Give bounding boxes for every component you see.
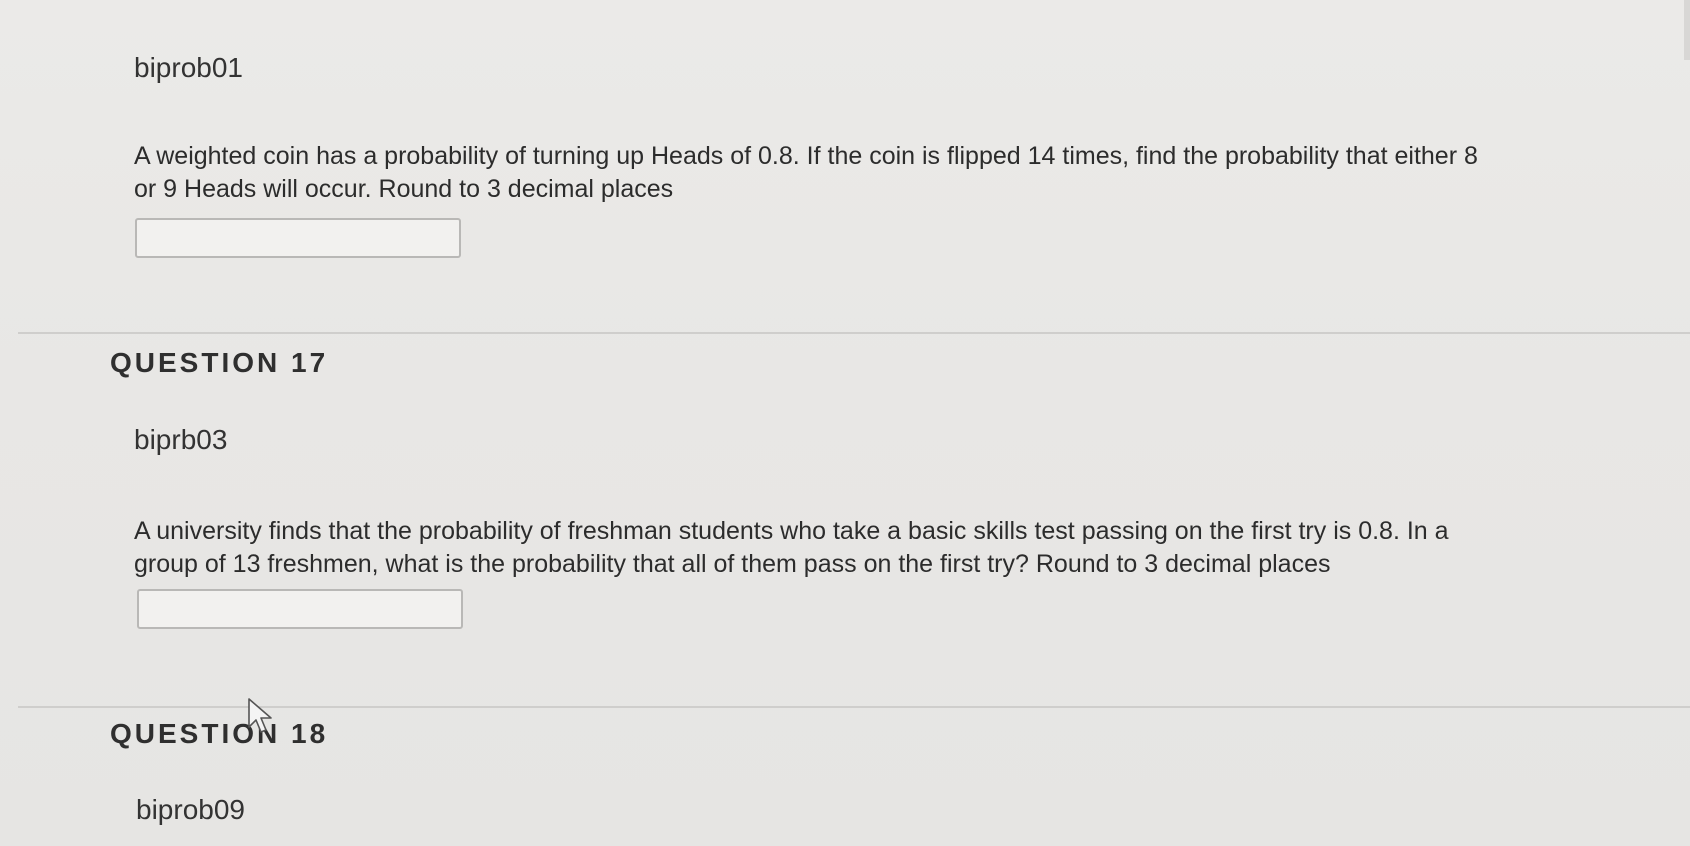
question-17-id: biprb03: [134, 424, 228, 455]
question-17-text-line1: A university finds that the probability …: [134, 517, 1449, 545]
scrollbar-edge[interactable]: [1684, 0, 1690, 60]
quiz-page: biprob01 A weighted coin has a probabili…: [0, 0, 1690, 846]
question-17-text: A university finds that the probability …: [134, 515, 1614, 581]
question-18-id: biprob09: [136, 794, 245, 825]
question-16-answer-input[interactable]: [135, 218, 461, 258]
arrow-cursor-icon: [248, 698, 272, 733]
question-18-heading: QUESTION 18: [110, 718, 329, 749]
question-16-id: biprob01: [134, 52, 243, 83]
question-17-heading: QUESTION 17: [110, 347, 329, 378]
question-divider: [18, 332, 1690, 334]
question-16-text-line2: or 9 Heads will occur. Round to 3 decima…: [134, 175, 674, 203]
question-17-text-line2: group of 13 freshmen, what is the probab…: [134, 550, 1331, 578]
question-16-text: A weighted coin has a probability of tur…: [134, 140, 1614, 206]
question-16-text-line1: A weighted coin has a probability of tur…: [134, 142, 1478, 170]
question-17-answer-input[interactable]: [137, 589, 463, 629]
